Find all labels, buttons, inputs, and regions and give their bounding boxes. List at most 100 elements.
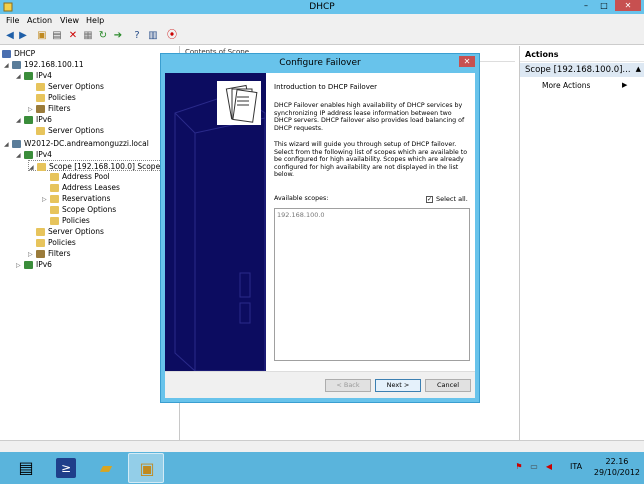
tree-ipv6-2[interactable]: ▷ IPv6 xyxy=(16,259,52,270)
tree-server-options-1b[interactable]: Server Options xyxy=(36,125,104,136)
intro-paragraph-1: DHCP Failover enables high availability … xyxy=(274,102,465,132)
tree-ipv6-1[interactable]: ◢ IPv6 xyxy=(16,114,52,125)
up-icon[interactable]: ▣ xyxy=(36,30,48,42)
collapse-icon[interactable]: ◢ xyxy=(16,71,24,82)
server-icon xyxy=(12,140,21,148)
menu-help[interactable]: Help xyxy=(86,16,104,25)
folder-icon xyxy=(36,83,45,91)
scope-list-item[interactable]: 192.168.100.0 xyxy=(275,209,469,221)
input-language[interactable]: ITA xyxy=(570,462,582,471)
title-bar: DHCP – □ ✕ xyxy=(0,0,644,14)
tree-scope-options[interactable]: Scope Options xyxy=(50,204,116,215)
clock[interactable]: 22.16 29/10/2012 xyxy=(594,456,640,478)
expand-icon[interactable]: ▷ xyxy=(42,194,50,205)
collapse-icon[interactable]: ◢ xyxy=(29,162,37,173)
tree-address-pool[interactable]: Address Pool xyxy=(50,171,110,182)
menu-file[interactable]: File xyxy=(6,16,19,25)
server-icon xyxy=(12,61,21,69)
powershell-icon: ≥ xyxy=(56,458,76,478)
status-bar xyxy=(0,440,644,452)
export-icon[interactable]: ▦ xyxy=(82,30,94,42)
export-list-icon[interactable]: ➔ xyxy=(112,30,124,42)
folder-icon xyxy=(50,217,59,225)
close-button[interactable]: ✕ xyxy=(615,0,641,11)
dhcp-taskbar-button[interactable]: ▣ xyxy=(128,453,164,483)
forward-icon[interactable]: ▶ xyxy=(17,30,29,42)
console-icon[interactable]: ▥ xyxy=(147,30,159,42)
tree-scope-policies[interactable]: Policies xyxy=(50,215,90,226)
checkbox-checked-icon[interactable]: ✓ xyxy=(426,195,433,203)
tree-policies-2[interactable]: Policies xyxy=(36,237,76,248)
back-icon[interactable]: ◀ xyxy=(4,30,16,42)
tree-policies-1[interactable]: Policies xyxy=(36,92,76,103)
wizard-button-bar: < Back Next > Cancel xyxy=(165,371,475,398)
mmc-window: DHCP – □ ✕ File Action View Help ◀ ▶ ▣ ▤… xyxy=(0,0,644,452)
tree-server-options-2[interactable]: Server Options xyxy=(36,226,104,237)
folder-icon xyxy=(50,184,59,192)
folder-icon xyxy=(50,206,59,214)
collapse-icon[interactable]: ◢ xyxy=(4,60,12,71)
tree-server-1[interactable]: ◢ 192.168.100.11 xyxy=(4,59,84,70)
more-actions-link[interactable]: More Actions ▶ xyxy=(542,81,627,90)
folder-icon xyxy=(36,239,45,247)
folder-icon xyxy=(36,228,45,236)
stop-icon[interactable]: ⦿ xyxy=(166,30,178,42)
tree-ipv4-2[interactable]: ◢ IPv4 xyxy=(16,149,52,160)
server-manager-button[interactable]: ▤ xyxy=(8,453,44,483)
properties-icon[interactable]: ▤ xyxy=(51,30,63,42)
tree-server-options-1[interactable]: Server Options xyxy=(36,81,104,92)
expand-icon[interactable]: ▷ xyxy=(16,260,24,271)
dialog-body: Introduction to DHCP Failover DHCP Failo… xyxy=(165,73,475,398)
available-scopes-list[interactable]: 192.168.100.0 xyxy=(274,208,470,361)
menu-view[interactable]: View xyxy=(60,16,79,25)
tree-reservations[interactable]: ▷ Reservations xyxy=(42,193,110,204)
wizard-side-banner xyxy=(165,73,266,371)
powershell-button[interactable]: ≥ xyxy=(48,453,84,483)
delete-icon[interactable]: ✕ xyxy=(67,30,79,42)
select-all-checkbox[interactable]: ✓ Select all. xyxy=(426,195,468,203)
dhcp-icon: ▣ xyxy=(139,459,155,478)
ipv6-icon xyxy=(24,261,33,269)
menu-action[interactable]: Action xyxy=(27,16,52,25)
folder-icon xyxy=(50,195,59,203)
tree-filters-1[interactable]: ▷ Filters xyxy=(28,103,70,114)
collapse-up-icon[interactable]: ▲ xyxy=(636,65,641,73)
folder-icon: ▰ xyxy=(99,458,113,477)
next-button[interactable]: Next > xyxy=(375,379,421,392)
collapse-icon[interactable]: ◢ xyxy=(16,150,24,161)
menu-bar: File Action View Help xyxy=(0,14,644,27)
tree-address-leases[interactable]: Address Leases xyxy=(50,182,120,193)
dhcp-icon xyxy=(2,50,11,58)
tree-ipv4-1[interactable]: ◢ IPv4 xyxy=(16,70,52,81)
intro-paragraph-2: This wizard will guide you through setup… xyxy=(274,141,468,179)
tree-server-2[interactable]: ◢ W2012-DC.andreamonguzzi.local xyxy=(4,138,149,149)
refresh-icon[interactable]: ↻ xyxy=(97,30,109,42)
toolbar: ◀ ▶ ▣ ▤ ✕ ▦ ↻ ➔ ? ▥ ⦿ xyxy=(0,27,644,45)
maximize-button[interactable]: □ xyxy=(597,0,611,11)
folder-icon xyxy=(50,173,59,181)
file-explorer-button[interactable]: ▰ xyxy=(88,453,124,483)
clock-time: 22.16 xyxy=(605,457,629,466)
actions-scope-item[interactable]: Scope [192.168.100.0]... ▲ xyxy=(520,63,644,77)
help-icon[interactable]: ? xyxy=(131,30,143,42)
folder-icon xyxy=(36,94,45,102)
dialog-title: Configure Failover xyxy=(279,58,361,68)
ipv4-icon xyxy=(24,151,33,159)
back-button[interactable]: < Back xyxy=(325,379,371,392)
actions-header: Actions xyxy=(520,46,644,62)
tree-filters-2[interactable]: ▷ Filters xyxy=(28,248,70,259)
action-center-icon[interactable]: ⚑ xyxy=(514,462,524,472)
clock-date: 29/10/2012 xyxy=(593,468,640,477)
cancel-button[interactable]: Cancel xyxy=(425,379,471,392)
server-manager-icon: ▤ xyxy=(18,458,34,477)
taskbar: ▤ ≥ ▰ ▣ ⚑ ▭ ◀ ITA 22.16 29/10/2012 xyxy=(0,452,644,484)
available-scopes-label: Available scopes: xyxy=(274,195,329,202)
collapse-icon[interactable]: ◢ xyxy=(16,115,24,126)
volume-icon[interactable]: ◀ xyxy=(544,462,554,472)
dialog-close-button[interactable]: ✕ xyxy=(459,56,475,67)
tree-scope-1[interactable]: ◢ Scope [192.168.100.0] Scope 1 xyxy=(28,160,171,173)
minimize-button[interactable]: – xyxy=(579,0,593,11)
collapse-icon[interactable]: ◢ xyxy=(4,139,12,150)
tree-dhcp-root[interactable]: DHCP xyxy=(2,48,35,59)
network-icon[interactable]: ▭ xyxy=(529,462,539,472)
